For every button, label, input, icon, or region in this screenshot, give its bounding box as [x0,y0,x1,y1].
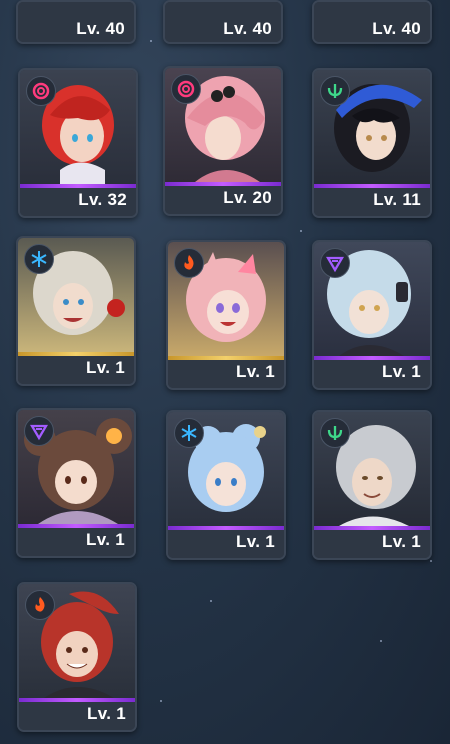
character-card[interactable]: Lv. 1 [16,408,136,558]
character-level: Lv. 1 [236,362,275,381]
character-level: Lv. 1 [236,532,275,551]
character-level: Lv. 1 [382,532,421,551]
star [160,700,162,702]
wind-icon [320,76,350,106]
wind-icon [320,418,350,448]
fire-icon [174,248,204,278]
chaos-icon [26,76,56,106]
character-level: Lv. 32 [78,190,127,209]
star [210,600,212,602]
character-card[interactable]: Lv. 1 [17,582,137,732]
star [430,560,432,562]
character-level: Lv. 1 [86,358,125,377]
character-card[interactable]: Lv. 40 [312,0,432,44]
frost-icon [174,418,204,448]
character-level: Lv. 1 [87,704,126,723]
star [150,40,152,42]
character-level: Lv. 40 [372,19,421,38]
character-card[interactable]: Lv. 1 [166,240,286,390]
void-icon [24,416,54,446]
character-level: Lv. 1 [86,530,125,549]
character-level: Lv. 40 [223,19,272,38]
frost-icon [24,244,54,274]
character-level: Lv. 1 [382,362,421,381]
chaos-icon [171,74,201,104]
character-card[interactable]: Lv. 1 [16,236,136,386]
character-card[interactable]: Lv. 40 [16,0,136,44]
character-card[interactable]: Lv. 1 [312,410,432,560]
character-level: Lv. 20 [223,188,272,207]
character-card[interactable]: Lv. 20 [163,66,283,216]
void-icon [320,248,350,278]
character-card[interactable]: Lv. 32 [18,68,138,218]
fire-icon [25,590,55,620]
star [380,640,382,642]
character-card[interactable]: Lv. 40 [163,0,283,44]
character-card[interactable]: Lv. 11 [312,68,432,218]
character-level: Lv. 40 [76,19,125,38]
star [300,230,302,232]
character-card[interactable]: Lv. 1 [166,410,286,560]
character-card[interactable]: Lv. 1 [312,240,432,390]
character-level: Lv. 11 [373,190,421,209]
